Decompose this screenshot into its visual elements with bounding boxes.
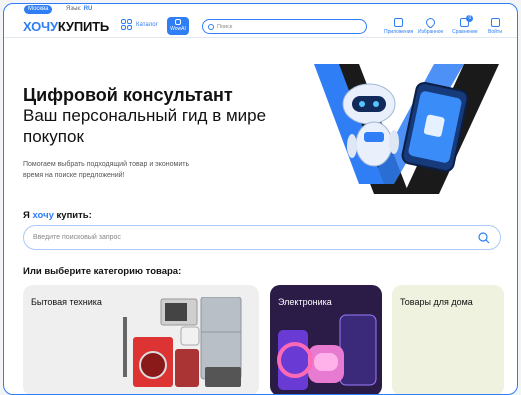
wowai-button[interactable]: WowAI [167,17,189,35]
electronics-image [277,314,377,390]
hero-title: Цифровой консультант [23,85,233,105]
grid-icon [121,19,132,30]
nav-apps[interactable]: Приложения [384,18,413,35]
main-search-placeholder: Введите поисковый запрос [33,234,121,241]
hero-subtitle: Ваш персональный гид в мире покупок [23,106,267,146]
nav-favorites[interactable]: Избранное [418,16,444,35]
apps-icon [394,18,404,27]
nav-favorites-label: Избранное [418,29,444,35]
heart-icon [424,16,438,29]
language-selector[interactable]: Язык: RU [66,6,92,13]
nav-compare[interactable]: 0 Сравнение [452,15,478,35]
hero-description: Помогаем выбрать подходящий товар и экон… [23,161,190,179]
nav-login[interactable]: Войти [488,18,502,35]
app-window: Москва Язык: RU ХОЧУКУПИТЬ Каталог WowAI … [3,3,518,395]
language-label: Язык: [66,6,82,12]
category-card-home-goods[interactable]: Товары для дома [392,285,504,394]
search-icon [208,23,214,30]
categories-title: Или выберите категорию товара: [23,266,182,277]
language-value: RU [83,6,93,12]
compare-count-badge: 0 [466,15,474,22]
category-card-label: Товары для дома [400,297,473,307]
appliances-image [123,297,242,387]
search-label: Я хочу купить: [23,210,92,221]
header-divider [4,37,517,38]
main-search-input[interactable]: Введите поисковый запрос [23,225,501,250]
search-icon[interactable] [478,232,490,244]
hero-illustration [314,64,499,194]
top-strip: Москва Язык: RU [4,4,517,14]
category-card-appliances[interactable]: Бытовая техника [23,285,259,394]
search-label-highlight: хочу [32,210,54,221]
nav-compare-label: Сравнение [452,29,478,35]
catalog-button[interactable]: Каталог [121,19,158,30]
nav-apps-label: Приложения [384,29,414,35]
catalog-label: Каталог [136,21,158,28]
search-label-prefix: Я [23,210,30,221]
robot-icon [175,19,181,25]
search-label-suffix: купить: [56,210,92,221]
logo-part-1: ХОЧУ [23,19,58,34]
phone-image [401,81,469,173]
logo-part-2: КУПИТЬ [57,19,109,34]
compare-icon: 0 [460,15,474,27]
category-card-label: Бытовая техника [31,297,102,307]
site-logo[interactable]: ХОЧУКУПИТЬ [23,19,109,34]
header-search-input[interactable]: Поиск [202,19,367,34]
login-icon [490,18,500,27]
header-search-placeholder: Поиск [217,23,233,30]
category-card-electronics[interactable]: Электроника [270,285,382,394]
nav-login-label: Войти [488,29,502,35]
wowai-label: WowAI [170,26,186,32]
city-selector[interactable]: Москва [24,5,53,14]
